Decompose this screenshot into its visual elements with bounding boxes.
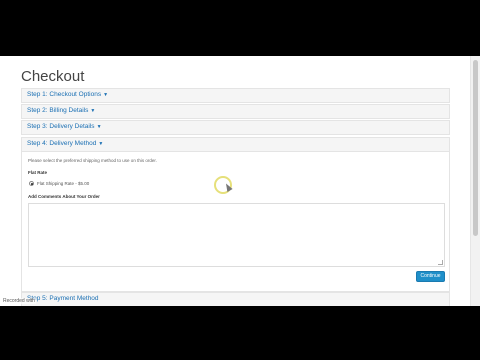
scrollbar[interactable]: [470, 56, 480, 306]
flat-rate-option[interactable]: Flat Shipping Rate - $5.00: [37, 181, 89, 186]
caret-down-icon: ▼: [103, 92, 109, 98]
flat-rate-radio[interactable]: [29, 181, 34, 186]
step-label: Step 4: Delivery Method ▼: [27, 140, 104, 147]
caret-down-icon: ▼: [98, 141, 104, 147]
recording-watermark: Recorded with: [2, 298, 36, 304]
step-label: Step 2: Billing Details ▼: [27, 107, 96, 114]
step-delivery-method[interactable]: Step 4: Delivery Method ▼: [21, 137, 450, 152]
step-checkout-options[interactable]: Step 1: Checkout Options ▼: [21, 88, 450, 103]
shipping-instruction: Please select the preferred shipping met…: [28, 158, 157, 163]
browser-viewport: Checkout Step 1: Checkout Options ▼ Step …: [0, 56, 480, 306]
page-title: Checkout: [21, 68, 85, 85]
continue-button[interactable]: Continue: [416, 271, 445, 282]
resize-handle-icon[interactable]: [438, 260, 443, 265]
comments-textarea[interactable]: [28, 203, 445, 267]
caret-down-icon: ▼: [96, 124, 102, 130]
caret-down-icon: ▼: [90, 108, 96, 114]
comments-label: Add Comments About Your Order: [28, 194, 100, 199]
scrollbar-thumb[interactable]: [473, 60, 478, 236]
step-label: Step 5: Payment Method: [27, 295, 99, 302]
step-payment-method[interactable]: Step 5: Payment Method: [21, 292, 450, 306]
step-delivery-details[interactable]: Step 3: Delivery Details ▼: [21, 120, 450, 135]
rate-title: Flat Rate: [28, 170, 48, 175]
step-label: Step 3: Delivery Details ▼: [27, 123, 102, 130]
step-label: Step 1: Checkout Options ▼: [27, 91, 109, 98]
step-billing-details[interactable]: Step 2: Billing Details ▼: [21, 104, 450, 119]
delivery-method-body: Please select the preferred shipping met…: [21, 152, 450, 292]
